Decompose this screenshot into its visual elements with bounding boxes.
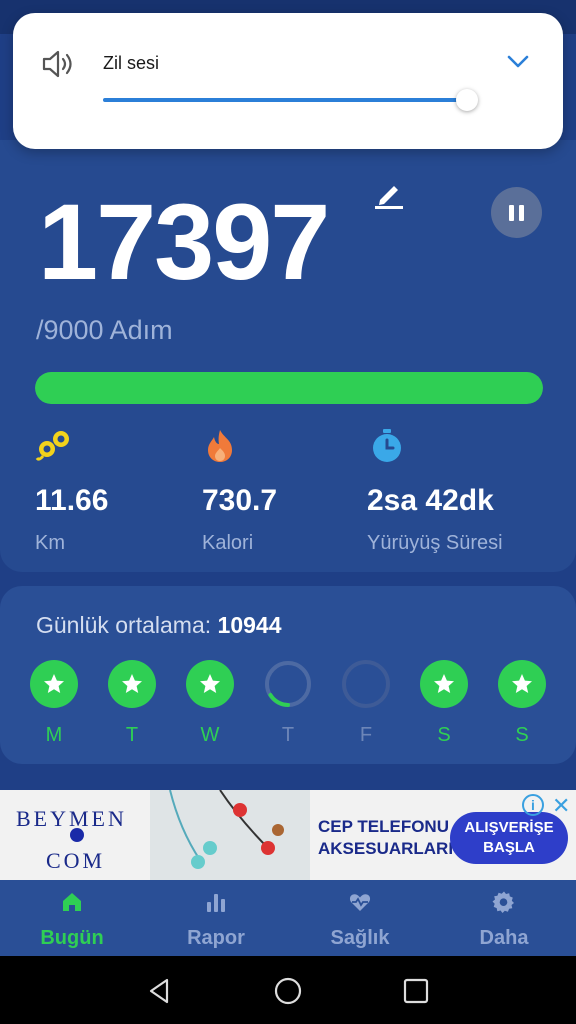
system-navigation-bar (0, 956, 576, 1024)
ad-banner[interactable]: BEYMEN COM CEP TELEFONU AKSESUARLARI ALI… (0, 789, 576, 880)
day-friday[interactable]: F (341, 660, 391, 747)
nav-label: Rapor (187, 927, 245, 949)
ad-cta-button[interactable]: ALIŞVERİŞE BAŞLA (450, 812, 568, 864)
empty-progress-ring (342, 660, 390, 708)
ad-info-icon[interactable]: i (522, 794, 544, 816)
nav-today[interactable]: Bugün (12, 890, 132, 950)
home-circle-icon[interactable] (273, 976, 303, 1006)
speaker-icon[interactable] (40, 49, 76, 79)
gear-icon (492, 891, 514, 913)
star-icon (108, 660, 156, 708)
heart-pulse-icon (349, 894, 371, 911)
duration-stat: 2sa 42dk Yürüyüş Süresi (367, 428, 503, 554)
nav-report[interactable]: Rapor (156, 890, 276, 950)
step-progress-bar (35, 372, 543, 404)
step-goal: /9000 Adım (36, 315, 173, 345)
daily-average-value: 10944 (217, 612, 282, 638)
star-icon (186, 660, 234, 708)
step-progress-fill (35, 372, 543, 404)
day-saturday[interactable]: S (419, 660, 469, 747)
ad-product-image (150, 789, 310, 880)
footsteps-icon (35, 431, 69, 461)
distance-value: 11.66 (35, 484, 109, 517)
distance-stat: 11.66 Km (35, 428, 108, 554)
flame-icon (208, 430, 232, 462)
day-label: F (359, 724, 373, 746)
day-monday[interactable]: M (29, 660, 79, 747)
nav-more[interactable]: Daha (444, 890, 564, 950)
distance-label: Km (35, 532, 65, 554)
nav-label: Bugün (40, 927, 104, 949)
day-sunday[interactable]: S (497, 660, 547, 747)
nav-health[interactable]: Sağlık (300, 890, 420, 950)
ad-brand-domain: COM (46, 848, 106, 873)
volume-slider-track[interactable] (103, 98, 469, 102)
stopwatch-icon (373, 429, 401, 462)
day-label: S (437, 724, 451, 746)
nav-label: Daha (479, 927, 529, 949)
daily-average-label: Günlük ortalama: (36, 612, 212, 638)
ad-brand-name: BEYMEN (16, 806, 127, 831)
edit-icon[interactable] (372, 180, 406, 210)
bar-chart-icon (207, 894, 225, 912)
recents-icon[interactable] (401, 976, 431, 1006)
day-label: T (281, 724, 295, 746)
ad-close-icon[interactable]: ✕ (552, 793, 570, 819)
duration-value: 2sa 42dk (367, 484, 494, 517)
ad-headline: CEP TELEFONU AKSESUARLARI (318, 817, 454, 858)
day-thursday[interactable]: T (263, 660, 313, 747)
duration-label: Yürüyüş Süresi (367, 532, 503, 554)
star-icon (420, 660, 468, 708)
partial-progress-ring (265, 661, 311, 707)
day-label: W (200, 724, 220, 746)
day-label: S (515, 724, 529, 746)
nav-label: Sağlık (330, 927, 390, 949)
chevron-down-icon[interactable] (505, 51, 531, 71)
pause-button[interactable] (491, 187, 542, 238)
daily-average: Günlük ortalama: 10944 (36, 612, 282, 639)
day-label: M (45, 724, 63, 746)
day-wednesday[interactable]: W (185, 660, 235, 747)
bottom-navigation: Bugün Rapor Sağlık Daha (0, 880, 576, 956)
back-icon[interactable] (145, 976, 175, 1006)
pause-icon (509, 204, 514, 221)
ad-brand-dot (70, 828, 84, 842)
volume-slider-thumb[interactable] (456, 89, 478, 111)
home-icon (63, 893, 81, 911)
volume-label: Zil sesi (103, 53, 160, 73)
star-icon (30, 660, 78, 708)
day-tuesday[interactable]: T (107, 660, 157, 747)
star-icon (498, 660, 546, 708)
step-count: 17397 (38, 181, 330, 302)
calories-stat: 730.7 Kalori (202, 428, 277, 554)
calories-value: 730.7 (202, 484, 278, 517)
calories-label: Kalori (202, 532, 254, 554)
volume-panel: Zil sesi (13, 13, 563, 149)
day-label: T (125, 724, 139, 746)
